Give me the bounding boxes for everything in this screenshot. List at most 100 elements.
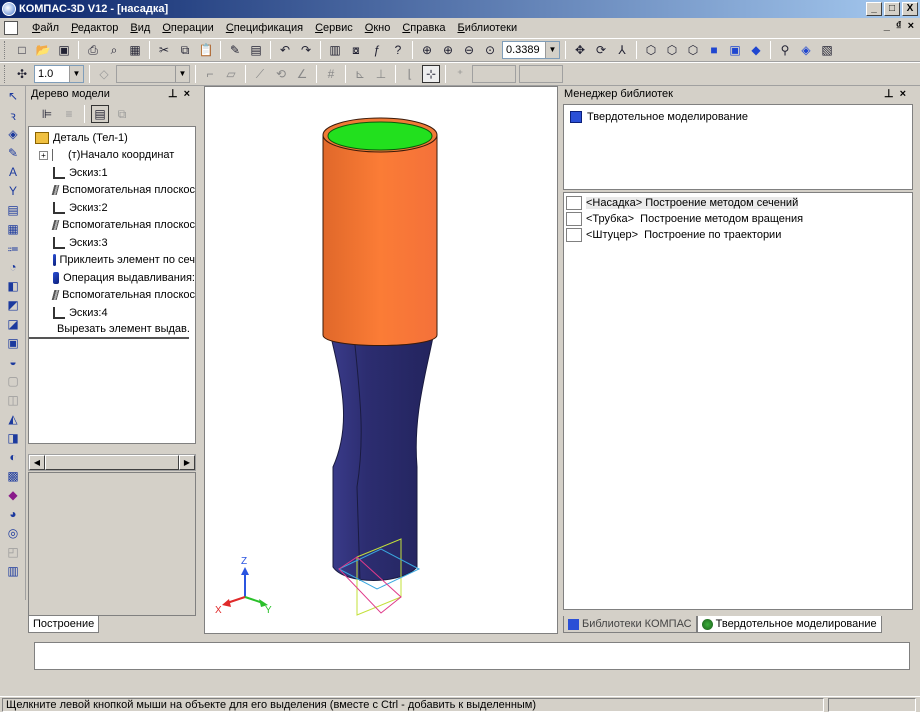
perspective-icon[interactable]: ◆ bbox=[747, 41, 765, 59]
properties-icon[interactable]: ▦ bbox=[126, 41, 144, 59]
menu-file[interactable]: Файл bbox=[26, 22, 65, 34]
list-item[interactable]: <Штуцер> Построение по траектории bbox=[564, 227, 912, 243]
shaded-mode-icon[interactable]: ◈ bbox=[797, 41, 815, 59]
tree-item[interactable]: Деталь (Тел-1) bbox=[29, 129, 195, 147]
tree-item[interactable]: Эскиз:4 bbox=[29, 304, 195, 322]
tree-item[interactable]: Эскиз:3 bbox=[29, 234, 195, 252]
fillet-tool-icon[interactable]: ◒ bbox=[3, 353, 23, 371]
tree-item[interactable]: Вырезать элемент выдав. bbox=[29, 322, 190, 339]
list-item[interactable]: <Трубка> Построение методом вращения bbox=[564, 211, 912, 227]
undo-icon[interactable]: ↶ bbox=[276, 41, 294, 59]
item-checkbox[interactable] bbox=[566, 196, 582, 210]
params-icon[interactable]: ⟋ bbox=[251, 65, 269, 83]
measure-icon[interactable]: Y bbox=[3, 182, 23, 200]
array-tool-icon[interactable]: ▩ bbox=[3, 467, 23, 485]
zoom-in-icon[interactable]: ⊕ bbox=[439, 41, 457, 59]
step-cursor-icon[interactable]: ✣ bbox=[13, 65, 31, 83]
tree-structure-icon[interactable]: ⊫ bbox=[38, 105, 56, 123]
copy-icon[interactable]: ⧉ bbox=[176, 41, 194, 59]
chevron-down-icon[interactable]: ▼ bbox=[545, 42, 559, 58]
tree-item[interactable]: Приклеить элемент по сеч bbox=[29, 252, 195, 270]
rib-tool-icon[interactable]: ◭ bbox=[3, 410, 23, 428]
cut-icon[interactable]: ✂ bbox=[155, 41, 173, 59]
tree-horizontal-scrollbar[interactable]: ◀ ▶ bbox=[28, 454, 196, 471]
edit-sketch-icon[interactable]: ▱ bbox=[222, 65, 240, 83]
scroll-right-icon[interactable]: ▶ bbox=[179, 455, 195, 470]
upper-body[interactable] bbox=[322, 134, 438, 346]
new-document-icon[interactable]: □ bbox=[13, 41, 31, 59]
tree-view-mode-icon[interactable]: ≡ bbox=[60, 105, 78, 123]
shell-tool-icon[interactable]: ◫ bbox=[3, 391, 23, 409]
expand-icon[interactable]: + bbox=[39, 150, 48, 160]
ortho-mode-icon[interactable]: ⌊ bbox=[401, 65, 419, 83]
menu-editor[interactable]: Редактор bbox=[65, 22, 124, 34]
menu-window[interactable]: Окно bbox=[359, 22, 397, 34]
model-viewport[interactable]: Z X Y bbox=[204, 86, 558, 634]
rebuild-icon[interactable]: ⟲ bbox=[272, 65, 290, 83]
wireframe-icon[interactable]: ⬡ bbox=[642, 41, 660, 59]
pin-icon[interactable]: ⊥ bbox=[884, 88, 900, 100]
save-icon[interactable]: ▣ bbox=[55, 41, 73, 59]
maximize-button[interactable]: □ bbox=[884, 2, 900, 16]
library-root-item[interactable]: Твердотельное моделирование bbox=[564, 109, 912, 125]
mdi-close-button[interactable]: × bbox=[908, 20, 914, 32]
document-icon[interactable] bbox=[4, 21, 18, 35]
zoom-all-icon[interactable]: ⊙ bbox=[481, 41, 499, 59]
zoom-scale-combo[interactable]: 0.3389 ▼ bbox=[502, 41, 560, 59]
print-preview-icon[interactable]: ⌕ bbox=[105, 41, 123, 59]
model-properties-icon[interactable]: ▧ bbox=[818, 41, 836, 59]
aux-geometry-icon[interactable]: A bbox=[3, 163, 23, 181]
menu-help[interactable]: Справка bbox=[396, 22, 451, 34]
format-brush-icon[interactable]: ✎ bbox=[226, 41, 244, 59]
tree-item[interactable]: Эскиз:2 bbox=[29, 199, 195, 217]
shaded-edges-icon[interactable]: ▣ bbox=[726, 41, 744, 59]
scroll-thumb[interactable] bbox=[45, 455, 179, 470]
tree-item[interactable]: Эскиз:1 bbox=[29, 164, 195, 182]
tree-item[interactable]: Операция выдавливания: bbox=[29, 269, 195, 287]
minimize-button[interactable]: _ bbox=[866, 2, 882, 16]
model-view-svg[interactable]: Z X Y bbox=[205, 87, 557, 633]
grid-icon[interactable]: # bbox=[322, 65, 340, 83]
tab-kompas-libraries[interactable]: Библиотеки КОМПАС bbox=[563, 616, 697, 633]
hole-tool-icon[interactable]: ◎ bbox=[3, 524, 23, 542]
menu-view[interactable]: Вид bbox=[124, 22, 156, 34]
tree-item[interactable]: Вспомогательная плоскос bbox=[29, 287, 195, 305]
spec-icon[interactable]: ▤ bbox=[3, 201, 23, 219]
slope-tool-icon[interactable]: ◨ bbox=[3, 429, 23, 447]
zoom-window-icon[interactable]: ⊕ bbox=[418, 41, 436, 59]
kinematic-tool-icon[interactable]: ◪ bbox=[3, 315, 23, 333]
snap-icon[interactable]: ⊹ bbox=[422, 65, 440, 83]
orthogonal-icon[interactable]: ∠ bbox=[293, 65, 311, 83]
item-checkbox[interactable] bbox=[566, 228, 582, 242]
zoom-out-icon[interactable]: ⊖ bbox=[460, 41, 478, 59]
close-icon[interactable]: × bbox=[184, 88, 196, 100]
redo-icon[interactable]: ↷ bbox=[297, 41, 315, 59]
edit-tools-icon[interactable]: ◈ bbox=[3, 125, 23, 143]
section-tool-icon[interactable]: ◐ bbox=[3, 448, 23, 466]
print-icon[interactable]: ⎙ bbox=[84, 41, 102, 59]
sketch-mode-icon[interactable]: ⌐ bbox=[201, 65, 219, 83]
thin-hidden-lines-icon[interactable]: ⬡ bbox=[684, 41, 702, 59]
split-tool-icon[interactable]: ◰ bbox=[3, 543, 23, 561]
model-props-tool-icon[interactable]: ▥ bbox=[3, 562, 23, 580]
tree-list-icon[interactable]: ▤ bbox=[91, 105, 109, 123]
hidden-lines-icon[interactable]: ⬡ bbox=[663, 41, 681, 59]
rotate-tool-icon[interactable]: ◩ bbox=[3, 296, 23, 314]
scroll-left-icon[interactable]: ◀ bbox=[29, 455, 45, 470]
report-icon[interactable]: ▦ bbox=[3, 220, 23, 238]
cs-icon[interactable]: ⊥ bbox=[372, 65, 390, 83]
pin-icon[interactable]: ⊥ bbox=[168, 88, 184, 100]
sketch-tools-icon[interactable]: ꝛ bbox=[3, 106, 23, 124]
close-icon[interactable]: × bbox=[900, 88, 912, 100]
library-manager-icon[interactable]: ⧇ bbox=[347, 41, 365, 59]
menu-libraries[interactable]: Библиотеки bbox=[452, 22, 524, 34]
paste-icon[interactable]: 📋 bbox=[197, 41, 215, 59]
tree-item[interactable]: + (т)Начало координат bbox=[29, 147, 195, 165]
manager-icon[interactable]: ▥ bbox=[326, 41, 344, 59]
tree-item[interactable]: Вспомогательная плоскос bbox=[29, 182, 195, 200]
menu-service[interactable]: Сервис bbox=[309, 22, 359, 34]
extrude-tool-icon[interactable]: ◧ bbox=[3, 277, 23, 295]
variables-icon[interactable]: ƒ bbox=[368, 41, 386, 59]
menu-operations[interactable]: Операции bbox=[156, 22, 219, 34]
tab-construction[interactable]: Построение bbox=[28, 616, 100, 633]
